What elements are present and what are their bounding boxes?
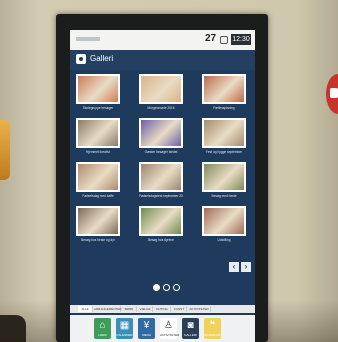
category-tab[interactable]: ARRANGEMENTER bbox=[94, 306, 122, 312]
gallery-thumbnail[interactable] bbox=[139, 162, 183, 192]
nav-button-galleri[interactable]: ◙ GALLERI bbox=[182, 318, 199, 339]
gallery-thumbnail[interactable] bbox=[139, 74, 183, 104]
gallery-thumbnail[interactable] bbox=[202, 74, 246, 104]
category-tab[interactable]: VÆLGE bbox=[138, 306, 153, 312]
weather-icon bbox=[220, 36, 228, 44]
gallery-caption: Fællesspisning bbox=[213, 106, 235, 110]
nav-label: HJEM bbox=[98, 333, 107, 337]
status-bar: 27 12:30 bbox=[70, 30, 255, 50]
next-arrow-button[interactable]: › bbox=[241, 262, 251, 272]
gallery-thumbnail[interactable] bbox=[76, 162, 120, 192]
gallery-caption: Fest og hygge september bbox=[205, 150, 243, 154]
nav-label: BESKEDER bbox=[204, 333, 221, 337]
gallery-item[interactable]: Morgenmøde 2016 bbox=[139, 74, 183, 110]
gallery-thumbnail[interactable] bbox=[139, 206, 183, 236]
home-icon: ⌂ bbox=[99, 320, 106, 331]
page-indicator bbox=[153, 284, 183, 292]
gallery-caption: Udstilling bbox=[217, 238, 231, 242]
category-tab[interactable]: AKTIVITETER bbox=[188, 306, 211, 312]
gallery-thumbnail[interactable] bbox=[76, 74, 120, 104]
gallery-caption: Besøg med heste bbox=[211, 194, 237, 198]
gallery-caption: Fødselsdagsfest september 2016 bbox=[139, 194, 183, 198]
gallery-thumbnail[interactable] bbox=[76, 206, 120, 236]
category-tabs: ALLE ARRANGEMENTER BØRN VÆLGE OUTING KUNST AKT… bbox=[70, 305, 255, 313]
gallery-item[interactable]: Skolegruppe besøger bbox=[76, 74, 120, 110]
gallery-item[interactable]: Besøg med heste bbox=[202, 162, 246, 198]
temperature: 27 bbox=[205, 33, 217, 44]
gallery-item[interactable]: Besøg hos heste og dyr bbox=[76, 206, 120, 242]
gallery-grid: Skolegruppe besøger Morgenmøde 2016 Fælles… bbox=[76, 74, 250, 244]
nav-button-menu[interactable]: ¥ MENU bbox=[138, 318, 155, 339]
gallery-thumbnail[interactable] bbox=[202, 162, 246, 192]
speech-bubble-icon: ❝ bbox=[209, 320, 216, 331]
fork-knife-icon: ¥ bbox=[143, 320, 150, 331]
camera-icon bbox=[76, 54, 86, 64]
clock: 12:30 bbox=[231, 34, 251, 45]
calendar-icon: ▦ bbox=[119, 320, 130, 331]
gallery-thumbnail[interactable] bbox=[139, 118, 183, 148]
category-tab[interactable]: KUNST bbox=[172, 306, 187, 312]
category-tab[interactable]: ALLE bbox=[78, 306, 93, 312]
gallery-item[interactable]: Udstilling bbox=[202, 206, 246, 242]
gallery-thumbnail[interactable] bbox=[202, 206, 246, 236]
gallery-thumbnail[interactable] bbox=[202, 118, 246, 148]
gallery-item[interactable]: Fødselsdagsfest september 2016 bbox=[139, 162, 183, 198]
bottom-navigation: ⌂ HJEM ▦ KALENDER ¥ MENU ♙ AKTIVITETER ◙ GALLERI ❝… bbox=[70, 315, 255, 342]
nav-label: MENU bbox=[142, 333, 151, 337]
category-tab[interactable]: OUTING bbox=[154, 306, 171, 312]
prev-arrow-button[interactable]: ‹ bbox=[229, 262, 239, 272]
nav-button-aktiviteter[interactable]: ♙ AKTIVITETER bbox=[160, 318, 180, 339]
gallery-item[interactable]: Fest og hygge september bbox=[202, 118, 246, 154]
nav-button-kalender[interactable]: ▦ KALENDER bbox=[116, 318, 133, 339]
gallery-caption: Fødselsdag med kaffe bbox=[82, 194, 114, 198]
gallery-thumbnail[interactable] bbox=[76, 118, 120, 148]
page-dot[interactable] bbox=[153, 284, 160, 291]
gallery-caption: Besøg hos dyrene bbox=[148, 238, 174, 242]
gallery-caption: Gæster besøger stedet bbox=[144, 150, 178, 154]
gallery-item[interactable]: Hjemmet kreativt bbox=[76, 118, 120, 154]
person-walking-icon: ♙ bbox=[164, 320, 173, 331]
gallery-header: Galleri bbox=[70, 50, 255, 70]
gallery-caption: Hjemmet kreativt bbox=[86, 150, 110, 154]
red-sign-mark bbox=[330, 88, 338, 98]
gallery-item[interactable]: Besøg hos dyrene bbox=[139, 206, 183, 242]
nav-button-hjem[interactable]: ⌂ HJEM bbox=[94, 318, 111, 339]
camera-icon: ◙ bbox=[187, 320, 194, 331]
page-dot[interactable] bbox=[163, 284, 170, 291]
kiosk-screen: 27 12:30 Galleri Skolegruppe besøger Morg… bbox=[70, 30, 255, 342]
gallery-title: Galleri bbox=[90, 54, 114, 63]
gallery-item[interactable]: Fællesspisning bbox=[202, 74, 246, 110]
gallery-caption: Besøg hos heste og dyr bbox=[81, 238, 115, 242]
nav-label: KALENDER bbox=[116, 333, 133, 337]
nav-label: AKTIVITETER bbox=[160, 333, 180, 337]
category-tab[interactable]: BØRN bbox=[122, 306, 137, 312]
nav-label: GALLERI bbox=[184, 333, 197, 337]
brand-logo bbox=[76, 37, 100, 41]
gallery-item[interactable]: Fødselsdag med kaffe bbox=[76, 162, 120, 198]
gallery-caption: Skolegruppe besøger bbox=[82, 106, 114, 110]
gallery-item[interactable]: Gæster besøger stedet bbox=[139, 118, 183, 154]
page-dot[interactable] bbox=[173, 284, 180, 291]
nav-button-beskeder[interactable]: ❝ BESKEDER bbox=[204, 318, 221, 339]
wall-decoration bbox=[0, 120, 10, 180]
gallery-caption: Morgenmøde 2016 bbox=[147, 106, 175, 110]
